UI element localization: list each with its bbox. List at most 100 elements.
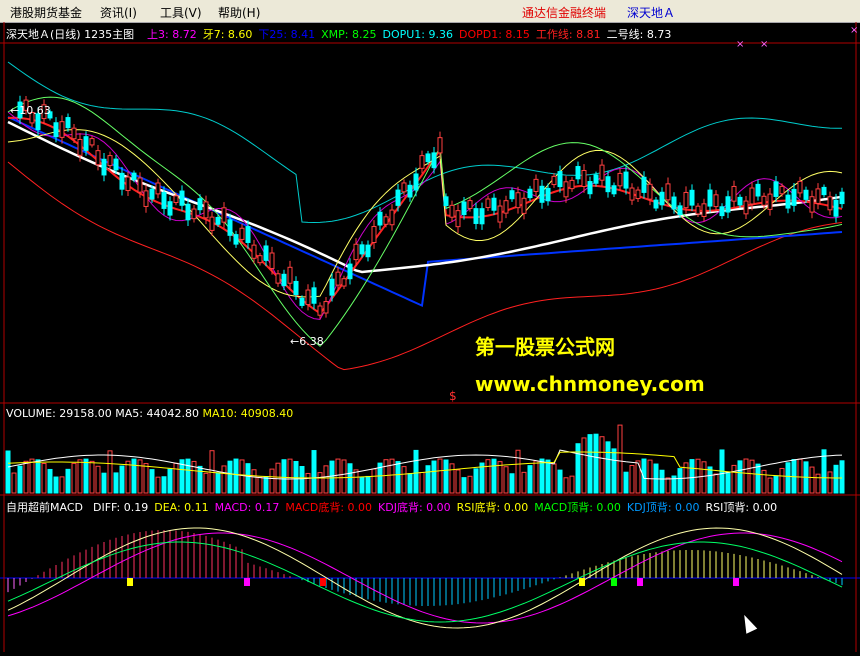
candle-body	[785, 194, 791, 209]
indicator-value: RSI顶背: 0.00	[705, 501, 778, 514]
candle-body	[563, 181, 569, 198]
divergence-marker	[611, 578, 617, 586]
volume-bar	[389, 458, 395, 494]
volume-bar	[521, 471, 527, 494]
candle-body	[821, 186, 827, 196]
volume-bar	[827, 471, 833, 494]
candle-body	[173, 195, 179, 204]
volume-bar	[737, 460, 743, 494]
volume-bar	[491, 458, 497, 494]
candle-body	[149, 188, 155, 200]
volume-bar	[647, 459, 653, 494]
candle-body	[71, 127, 77, 140]
candle-body	[701, 203, 707, 217]
candle-body	[383, 216, 389, 225]
candle-body	[503, 200, 509, 214]
volume-bar	[263, 476, 269, 494]
candle-body	[755, 183, 761, 197]
volume-bar	[713, 473, 719, 494]
menu-item-help[interactable]: 帮助(H)	[218, 4, 260, 21]
chart-area[interactable]: × × × 深天地Ａ(日线) 1235主图 上3: 8.72 牙7: 8.60 下25:…	[0, 22, 860, 652]
candle-body	[275, 273, 281, 284]
volume-bar	[245, 463, 251, 494]
candle-body	[83, 136, 89, 151]
candle-body	[545, 187, 551, 202]
candle-body	[791, 188, 797, 206]
volume-bar	[299, 466, 305, 494]
candle-body	[53, 122, 59, 138]
candle-body	[737, 196, 743, 206]
volume-bar	[395, 461, 401, 494]
volume-bar	[407, 473, 413, 494]
divergence-marker	[127, 578, 133, 586]
indicator-value: KDJ顶背: 0.00	[626, 501, 700, 514]
volume-bar	[113, 472, 119, 494]
volume-bar	[605, 441, 611, 494]
volume-bar	[323, 465, 329, 494]
volume-bar	[509, 473, 515, 494]
menu-item-tools[interactable]: 工具(V)	[160, 4, 202, 21]
candle-body	[431, 152, 437, 169]
candle-body	[89, 138, 95, 146]
ma5-value: 44042.80	[146, 407, 200, 420]
volume-bar	[743, 458, 749, 494]
volume-bar	[677, 468, 683, 494]
ma5-label: MA5:	[115, 407, 144, 420]
volume-bar	[353, 469, 359, 494]
candle-body	[683, 191, 689, 209]
candle-body	[191, 208, 197, 220]
volume-bar	[311, 450, 317, 494]
main-panel-title: 深天地Ａ(日线) 1235主图	[6, 26, 134, 42]
volume-bar	[695, 458, 701, 494]
candle-body	[833, 199, 839, 217]
volume-bar	[617, 424, 623, 494]
candle-body	[287, 266, 293, 284]
candle-body	[497, 205, 503, 223]
volume-bar	[203, 472, 209, 494]
candle-body	[467, 200, 473, 209]
candle-body	[143, 190, 149, 207]
volume-bar	[101, 472, 107, 494]
candle-body	[557, 171, 563, 188]
menu-item-news[interactable]: 资讯(I)	[100, 4, 137, 21]
volume-bar	[623, 471, 629, 494]
volume-bar	[461, 477, 467, 494]
candle-body	[119, 172, 125, 190]
volume-bar	[107, 450, 113, 494]
stock-title: 深天地Ａ	[627, 6, 676, 20]
volume-bar	[587, 434, 593, 494]
candle-body	[539, 185, 545, 203]
candle-body	[245, 226, 251, 243]
volume-bar	[401, 466, 407, 494]
volume-bar	[17, 465, 23, 494]
watermark-url: www.chnmoney.com	[475, 372, 705, 396]
indicator-value: XMP: 8.25	[321, 28, 377, 41]
menu-item-hk-futures[interactable]: 港股期货基金	[10, 4, 82, 21]
volume-bar	[149, 469, 155, 494]
volume-bar	[371, 468, 377, 494]
candle-body	[107, 155, 113, 167]
volume-bar	[185, 458, 191, 494]
volume-bar	[5, 450, 11, 494]
indicator-name: 1235主图	[84, 28, 135, 41]
candle-body	[215, 216, 221, 225]
candle-body	[353, 243, 359, 261]
chart-canvas[interactable]: × × ×	[0, 22, 860, 652]
candle-body	[197, 198, 203, 211]
stock-period-label: 深天地Ａ(日线)	[6, 28, 81, 41]
volume-bar	[449, 463, 455, 494]
macd-indicator-values: DIFF: 0.19 DEA: 0.11 MACD: 0.17 MACD底背: 0.0…	[93, 499, 783, 515]
candle-body	[629, 187, 635, 201]
candle-body	[479, 208, 485, 225]
candle-body	[575, 166, 581, 180]
candle-body	[743, 200, 749, 215]
candle-body	[509, 190, 515, 200]
volume-bar	[467, 475, 473, 494]
candle-body	[407, 184, 413, 198]
volume-bar	[341, 459, 347, 494]
candle-body	[281, 273, 287, 287]
ma10-value: 40908.40	[240, 407, 294, 420]
indicator-value: DIFF: 0.19	[93, 501, 149, 514]
volume-bar	[83, 458, 89, 494]
volume-bar	[77, 459, 83, 494]
